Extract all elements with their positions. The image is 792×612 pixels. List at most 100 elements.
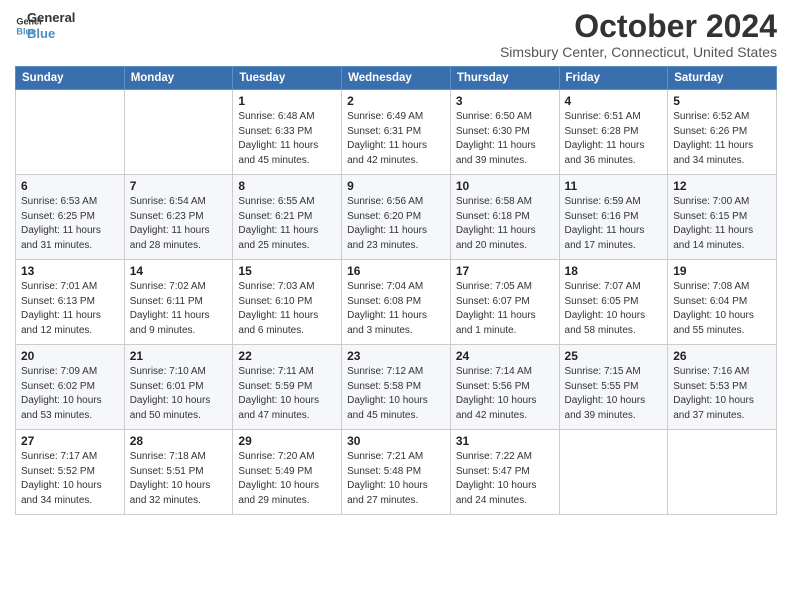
col-monday: Monday xyxy=(124,67,233,90)
calendar-week-5: 27 Sunrise: 7:17 AM Sunset: 5:52 PM Dayli… xyxy=(16,430,777,515)
calendar-cell: 18 Sunrise: 7:07 AM Sunset: 6:05 PM Dayli… xyxy=(559,260,668,345)
calendar-cell: 13 Sunrise: 7:01 AM Sunset: 6:13 PM Dayli… xyxy=(16,260,125,345)
logo: General Blue General Blue xyxy=(15,10,75,41)
calendar-cell: 11Sunrise: 6:59 AM Sunset: 6:16 PM Dayli… xyxy=(559,175,668,260)
day-detail: Sunrise: 7:22 AM Sunset: 5:47 PM Dayligh… xyxy=(456,450,554,508)
col-sunday: Sunday xyxy=(16,67,125,90)
day-detail: Sunrise: 7:11 AM Sunset: 5:59 PM Dayligh… xyxy=(238,365,336,423)
day-number: 11 xyxy=(565,179,663,193)
day-number: 27 xyxy=(21,434,119,448)
calendar-week-3: 13 Sunrise: 7:01 AM Sunset: 6:13 PM Dayli… xyxy=(16,260,777,345)
day-number: 6 xyxy=(21,179,119,193)
day-number: 18 xyxy=(565,264,663,278)
calendar-cell: 6 Sunrise: 6:53 AM Sunset: 6:25 PM Daylig… xyxy=(16,175,125,260)
calendar-cell: 22 Sunrise: 7:11 AM Sunset: 5:59 PM Dayli… xyxy=(233,345,342,430)
day-detail: Sunrise: 7:05 AM Sunset: 6:07 PM Dayligh… xyxy=(456,280,554,338)
calendar-cell: 10Sunrise: 6:58 AM Sunset: 6:18 PM Dayli… xyxy=(450,175,559,260)
day-number: 23 xyxy=(347,349,445,363)
calendar-cell: 27 Sunrise: 7:17 AM Sunset: 5:52 PM Dayli… xyxy=(16,430,125,515)
day-number: 12 xyxy=(673,179,771,193)
day-detail: Sunrise: 7:08 AM Sunset: 6:04 PM Dayligh… xyxy=(673,280,771,338)
calendar-header-row: Sunday Monday Tuesday Wednesday Thursday… xyxy=(16,67,777,90)
day-detail: Sunrise: 6:49 AM Sunset: 6:31 PM Dayligh… xyxy=(347,110,445,168)
calendar-cell: 30 Sunrise: 7:21 AM Sunset: 5:48 PM Dayli… xyxy=(342,430,451,515)
calendar-cell: 12 Sunrise: 7:00 AM Sunset: 6:15 PM Dayli… xyxy=(668,175,777,260)
col-thursday: Thursday xyxy=(450,67,559,90)
calendar-cell: 3Sunrise: 6:50 AM Sunset: 6:30 PM Daylig… xyxy=(450,90,559,175)
logo-blue: Blue xyxy=(27,26,75,42)
location: Simsbury Center, Connecticut, United Sta… xyxy=(500,44,777,60)
title-block: October 2024 Simsbury Center, Connecticu… xyxy=(500,10,777,60)
day-detail: Sunrise: 7:01 AM Sunset: 6:13 PM Dayligh… xyxy=(21,280,119,338)
calendar-cell: 9Sunrise: 6:56 AM Sunset: 6:20 PM Daylig… xyxy=(342,175,451,260)
calendar-cell: 15Sunrise: 7:03 AM Sunset: 6:10 PM Dayli… xyxy=(233,260,342,345)
calendar-cell xyxy=(559,430,668,515)
day-detail: Sunrise: 6:50 AM Sunset: 6:30 PM Dayligh… xyxy=(456,110,554,168)
day-detail: Sunrise: 7:20 AM Sunset: 5:49 PM Dayligh… xyxy=(238,450,336,508)
day-detail: Sunrise: 7:10 AM Sunset: 6:01 PM Dayligh… xyxy=(130,365,228,423)
day-number: 20 xyxy=(21,349,119,363)
day-number: 5 xyxy=(673,94,771,108)
day-detail: Sunrise: 7:09 AM Sunset: 6:02 PM Dayligh… xyxy=(21,365,119,423)
day-number: 17 xyxy=(456,264,554,278)
day-detail: Sunrise: 6:51 AM Sunset: 6:28 PM Dayligh… xyxy=(565,110,663,168)
calendar-cell: 21 Sunrise: 7:10 AM Sunset: 6:01 PM Dayli… xyxy=(124,345,233,430)
col-friday: Friday xyxy=(559,67,668,90)
day-detail: Sunrise: 6:54 AM Sunset: 6:23 PM Dayligh… xyxy=(130,195,228,253)
calendar-cell: 2Sunrise: 6:49 AM Sunset: 6:31 PM Daylig… xyxy=(342,90,451,175)
day-number: 4 xyxy=(565,94,663,108)
day-number: 14 xyxy=(130,264,228,278)
calendar-cell: 24 Sunrise: 7:14 AM Sunset: 5:56 PM Dayli… xyxy=(450,345,559,430)
day-number: 28 xyxy=(130,434,228,448)
calendar-cell: 25Sunrise: 7:15 AM Sunset: 5:55 PM Dayli… xyxy=(559,345,668,430)
day-number: 26 xyxy=(673,349,771,363)
calendar-cell xyxy=(124,90,233,175)
logo-general: General xyxy=(27,10,75,26)
day-detail: Sunrise: 7:17 AM Sunset: 5:52 PM Dayligh… xyxy=(21,450,119,508)
calendar-cell: 23 Sunrise: 7:12 AM Sunset: 5:58 PM Dayli… xyxy=(342,345,451,430)
day-detail: Sunrise: 6:53 AM Sunset: 6:25 PM Dayligh… xyxy=(21,195,119,253)
day-detail: Sunrise: 7:07 AM Sunset: 6:05 PM Dayligh… xyxy=(565,280,663,338)
calendar-cell: 4 Sunrise: 6:51 AM Sunset: 6:28 PM Daylig… xyxy=(559,90,668,175)
day-detail: Sunrise: 7:02 AM Sunset: 6:11 PM Dayligh… xyxy=(130,280,228,338)
day-detail: Sunrise: 7:12 AM Sunset: 5:58 PM Dayligh… xyxy=(347,365,445,423)
day-detail: Sunrise: 6:58 AM Sunset: 6:18 PM Dayligh… xyxy=(456,195,554,253)
calendar-cell: 5 Sunrise: 6:52 AM Sunset: 6:26 PM Daylig… xyxy=(668,90,777,175)
day-detail: Sunrise: 7:14 AM Sunset: 5:56 PM Dayligh… xyxy=(456,365,554,423)
col-tuesday: Tuesday xyxy=(233,67,342,90)
col-wednesday: Wednesday xyxy=(342,67,451,90)
calendar-cell: 1 Sunrise: 6:48 AM Sunset: 6:33 PM Daylig… xyxy=(233,90,342,175)
calendar-cell: 29Sunrise: 7:20 AM Sunset: 5:49 PM Dayli… xyxy=(233,430,342,515)
day-number: 21 xyxy=(130,349,228,363)
calendar-cell: 16Sunrise: 7:04 AM Sunset: 6:08 PM Dayli… xyxy=(342,260,451,345)
day-number: 8 xyxy=(238,179,336,193)
day-number: 30 xyxy=(347,434,445,448)
day-number: 1 xyxy=(238,94,336,108)
calendar-cell: 17 Sunrise: 7:05 AM Sunset: 6:07 PM Dayli… xyxy=(450,260,559,345)
day-number: 16 xyxy=(347,264,445,278)
calendar-cell: 8 Sunrise: 6:55 AM Sunset: 6:21 PM Daylig… xyxy=(233,175,342,260)
day-number: 24 xyxy=(456,349,554,363)
day-number: 22 xyxy=(238,349,336,363)
day-detail: Sunrise: 6:52 AM Sunset: 6:26 PM Dayligh… xyxy=(673,110,771,168)
calendar-cell: 26Sunrise: 7:16 AM Sunset: 5:53 PM Dayli… xyxy=(668,345,777,430)
day-number: 31 xyxy=(456,434,554,448)
day-number: 7 xyxy=(130,179,228,193)
calendar-week-2: 6 Sunrise: 6:53 AM Sunset: 6:25 PM Daylig… xyxy=(16,175,777,260)
page-header: General Blue General Blue October 2024 S… xyxy=(15,10,777,60)
day-number: 9 xyxy=(347,179,445,193)
day-detail: Sunrise: 7:21 AM Sunset: 5:48 PM Dayligh… xyxy=(347,450,445,508)
day-number: 19 xyxy=(673,264,771,278)
day-number: 13 xyxy=(21,264,119,278)
day-detail: Sunrise: 7:03 AM Sunset: 6:10 PM Dayligh… xyxy=(238,280,336,338)
calendar-week-1: 1 Sunrise: 6:48 AM Sunset: 6:33 PM Daylig… xyxy=(16,90,777,175)
day-detail: Sunrise: 6:48 AM Sunset: 6:33 PM Dayligh… xyxy=(238,110,336,168)
day-number: 25 xyxy=(565,349,663,363)
calendar-cell: 7 Sunrise: 6:54 AM Sunset: 6:23 PM Daylig… xyxy=(124,175,233,260)
calendar-week-4: 20 Sunrise: 7:09 AM Sunset: 6:02 PM Dayli… xyxy=(16,345,777,430)
calendar-cell: 20 Sunrise: 7:09 AM Sunset: 6:02 PM Dayli… xyxy=(16,345,125,430)
calendar-table: Sunday Monday Tuesday Wednesday Thursday… xyxy=(15,66,777,515)
day-detail: Sunrise: 7:00 AM Sunset: 6:15 PM Dayligh… xyxy=(673,195,771,253)
day-detail: Sunrise: 6:55 AM Sunset: 6:21 PM Dayligh… xyxy=(238,195,336,253)
calendar-cell: 19 Sunrise: 7:08 AM Sunset: 6:04 PM Dayli… xyxy=(668,260,777,345)
